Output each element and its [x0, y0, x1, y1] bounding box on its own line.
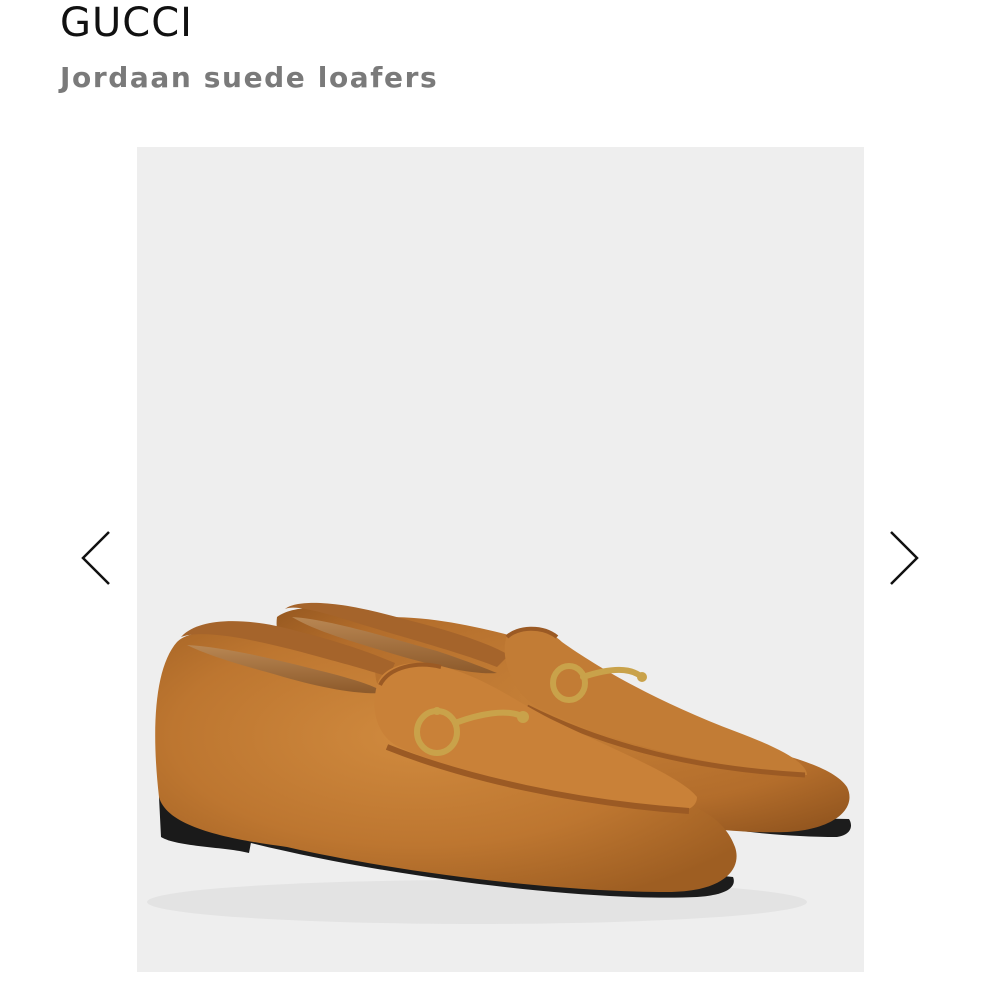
chevron-right-icon: [890, 531, 919, 585]
chevron-left-icon: [81, 531, 110, 585]
gallery-prev-button[interactable]: [76, 528, 116, 588]
product-image[interactable]: [137, 147, 864, 972]
brand-name[interactable]: GUCCI: [60, 0, 193, 46]
product-image-gallery[interactable]: [137, 147, 864, 972]
gallery-next-button[interactable]: [884, 528, 924, 588]
product-title: Jordaan suede loafers: [60, 61, 439, 94]
